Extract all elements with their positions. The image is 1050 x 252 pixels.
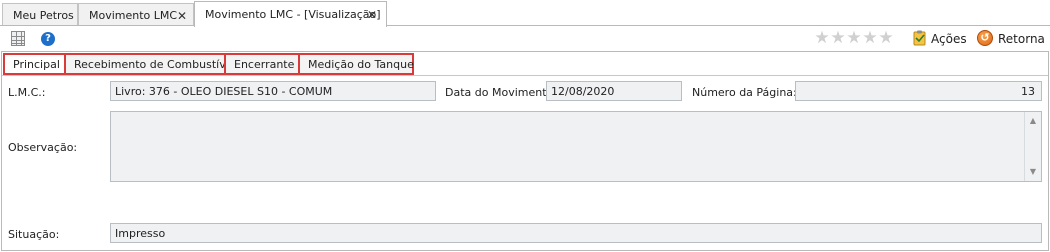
doc-tab-label: Meu Petros	[13, 9, 74, 22]
star-icon[interactable]: ★	[830, 30, 846, 47]
situacao-field[interactable]: Impresso	[110, 223, 1042, 243]
lmc-field[interactable]: Livro: 376 - OLEO DIESEL S10 - COMUM	[110, 81, 436, 101]
star-icon[interactable]: ★	[814, 30, 830, 47]
numero-pagina-label: Número da Página:	[692, 86, 797, 99]
tab-encerrante[interactable]: Encerrante	[224, 53, 300, 75]
document-tab-bar: Meu Petros Movimento LMC ✕ Movimento LMC…	[0, 0, 1050, 27]
retorna-icon[interactable]: ↺	[977, 30, 993, 46]
star-icon[interactable]: ★	[878, 30, 894, 47]
tab-principal[interactable]: Principal	[3, 53, 66, 75]
observacao-label: Observação:	[8, 141, 78, 154]
tab-label: Recebimento de Combustível	[74, 58, 236, 71]
vertical-scrollbar[interactable]: ▲ ▼	[1024, 112, 1041, 181]
grid-icon[interactable]	[11, 31, 25, 46]
data-movimento-field[interactable]: 12/08/2020	[546, 81, 682, 101]
chevron-down-icon[interactable]: ▼	[1029, 168, 1037, 176]
tab-label: Encerrante	[234, 58, 295, 71]
doc-tab-meu-petros[interactable]: Meu Petros	[2, 3, 78, 26]
tab-label: Principal	[13, 58, 60, 71]
retorna-button[interactable]: Retorna	[998, 32, 1045, 46]
star-icon[interactable]: ★	[846, 30, 862, 47]
close-icon[interactable]: ✕	[367, 8, 377, 22]
tab-medicao-do-tanque[interactable]: Medição do Tanque	[298, 53, 414, 75]
acoes-icon[interactable]	[913, 30, 927, 46]
close-icon[interactable]: ✕	[177, 9, 187, 23]
chevron-up-icon[interactable]: ▲	[1029, 117, 1037, 125]
numero-pagina-field[interactable]: 13	[795, 81, 1042, 101]
tab-recebimento-de-combustivel[interactable]: Recebimento de Combustível	[64, 53, 236, 75]
tab-label: Medição do Tanque	[308, 58, 414, 71]
doc-tab-movimento-lmc[interactable]: Movimento LMC ✕	[78, 3, 194, 26]
doc-tab-movimento-lmc-visualizacao[interactable]: Movimento LMC - [Visualização] ✕	[194, 1, 387, 27]
doc-tab-label: Movimento LMC - [Visualização]	[205, 8, 381, 21]
data-movimento-label: Data do Movimento:	[445, 86, 557, 99]
inner-tab-divider	[2, 75, 1048, 76]
acoes-button[interactable]: Ações	[931, 32, 967, 46]
rating-stars[interactable]: ★★★★★	[814, 30, 894, 47]
lmc-label: L.M.C.:	[8, 86, 46, 99]
observacao-textarea[interactable]: ▲ ▼	[110, 111, 1042, 182]
doc-tab-label: Movimento LMC	[89, 9, 178, 22]
star-icon[interactable]: ★	[862, 30, 878, 47]
help-icon[interactable]: ?	[41, 32, 55, 46]
situacao-label: Situação:	[8, 228, 60, 241]
